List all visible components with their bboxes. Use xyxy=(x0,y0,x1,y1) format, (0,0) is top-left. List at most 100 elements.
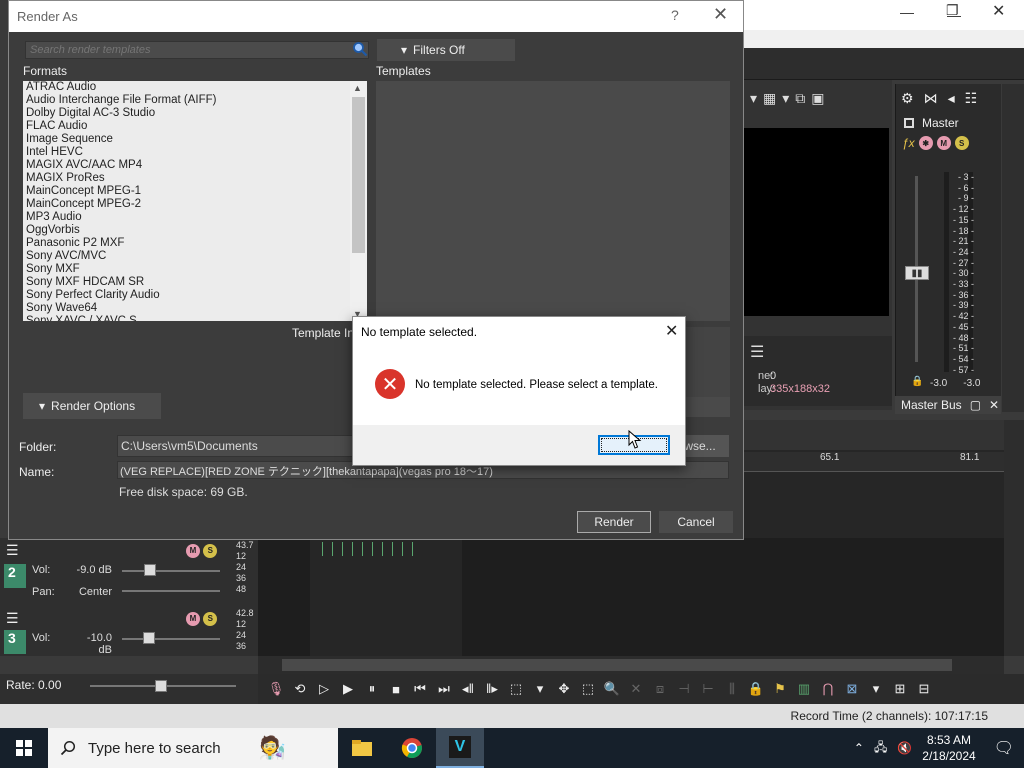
format-item[interactable]: MAGIX AVC/AAC MP4 xyxy=(26,159,367,172)
dropdown-arrow-icon[interactable]: ▾ xyxy=(866,681,886,697)
go-to-end-icon[interactable]: ⏭ xyxy=(434,681,454,697)
envelope-tool-icon[interactable]: ✥ xyxy=(554,681,574,697)
region-icon[interactable]: ▥ xyxy=(794,681,814,697)
format-item[interactable]: Sony XAVC / XAVC S xyxy=(26,315,367,321)
track-header-3[interactable]: M S 3 Vol: -10.0 dB 42.8 12 24 36 xyxy=(0,606,258,672)
fx-icon[interactable]: ƒx xyxy=(902,136,915,150)
scrollbar-thumb[interactable] xyxy=(352,97,365,253)
timeline-horizontal-scrollbar[interactable] xyxy=(258,656,1004,674)
lock-icon[interactable]: 🔒 xyxy=(911,376,923,387)
trim-icon[interactable]: ⧈ xyxy=(650,681,670,697)
auto-ripple-icon[interactable]: ⊠ xyxy=(842,681,862,697)
format-item[interactable]: Sony MXF HDCAM SR xyxy=(26,276,367,289)
solo-icon[interactable]: S xyxy=(954,136,969,150)
templates-list[interactable] xyxy=(376,81,730,321)
stop-icon[interactable]: ■ xyxy=(386,682,406,697)
trim-end-icon[interactable]: ⊢ xyxy=(698,681,718,697)
format-item[interactable]: MP3 Audio xyxy=(26,211,367,224)
close-icon[interactable]: ✕ xyxy=(992,1,1005,21)
format-item[interactable]: ATRAC Audio xyxy=(26,81,367,94)
solo-icon[interactable]: S xyxy=(203,611,218,626)
formats-scrollbar[interactable]: ▲ ▼ xyxy=(350,81,367,321)
previous-frame-icon[interactable]: ◂‖ xyxy=(458,681,478,697)
format-item[interactable]: MainConcept MPEG-1 xyxy=(26,185,367,198)
format-item[interactable]: Sony AVC/MVC xyxy=(26,250,367,263)
go-to-start-icon[interactable]: ⏮ xyxy=(410,681,430,697)
taskbar-search-box[interactable]: Type here to search 🧑‍🔬 xyxy=(48,728,338,768)
save-snapshot-icon[interactable]: ▣ xyxy=(811,90,824,107)
dropdown-arrow-icon[interactable]: ▾ xyxy=(530,681,550,697)
volume-slider[interactable] xyxy=(122,638,220,640)
cancel-button[interactable]: Cancel xyxy=(659,511,733,533)
format-item[interactable]: Image Sequence xyxy=(26,133,367,146)
render-options-button[interactable]: ▾ Render Options xyxy=(23,393,161,419)
lock-envelopes-icon[interactable]: ⊞ xyxy=(890,681,910,697)
normal-edit-tool-icon[interactable]: ⬚ xyxy=(506,681,526,697)
format-item[interactable]: Sony Perfect Clarity Audio xyxy=(26,289,367,302)
panel-scrollbar[interactable] xyxy=(1002,84,1024,412)
mute-icon[interactable]: M xyxy=(186,543,200,558)
checkbox-icon[interactable] xyxy=(904,118,914,128)
automation-icon[interactable]: ✱ xyxy=(918,136,933,150)
grid-icon[interactable]: ▦ xyxy=(763,90,776,107)
vegas-pro-icon[interactable]: V xyxy=(436,728,484,768)
help-icon[interactable]: ? xyxy=(671,7,679,23)
close-icon[interactable]: ✕ xyxy=(665,321,678,341)
lock-icon[interactable]: 🔒 xyxy=(746,681,766,697)
downmix-icon[interactable]: ⋈ xyxy=(924,90,938,107)
hamburger-menu-icon[interactable]: ☰ xyxy=(750,342,764,362)
play-from-start-icon[interactable]: ▷ xyxy=(314,681,334,697)
file-explorer-icon[interactable] xyxy=(338,728,386,768)
format-item[interactable]: FLAC Audio xyxy=(26,120,367,133)
zoom-tool-icon[interactable]: 🔍 xyxy=(602,681,622,697)
split-icon[interactable]: ⫼ xyxy=(722,681,742,697)
filters-button[interactable]: ▾ Filters Off xyxy=(377,39,515,61)
mute-icon[interactable]: M xyxy=(936,136,951,150)
volume-slider[interactable] xyxy=(122,570,220,572)
chevron-up-icon[interactable]: ⌃ xyxy=(854,741,864,755)
solo-icon[interactable]: S xyxy=(203,543,218,558)
delete-icon[interactable]: ✕ xyxy=(626,681,646,697)
format-item[interactable]: Intel HEVC xyxy=(26,146,367,159)
rate-slider-handle[interactable] xyxy=(155,680,167,692)
play-icon[interactable]: ▶ xyxy=(338,681,358,697)
format-item[interactable]: Sony Wave64 xyxy=(26,302,367,315)
pause-icon[interactable]: ⏸ xyxy=(362,681,382,697)
format-item[interactable]: Audio Interchange File Format (AIFF) xyxy=(26,94,367,107)
track-events-area[interactable] xyxy=(258,538,1004,656)
selection-tool-icon[interactable]: ⬚ xyxy=(578,681,598,697)
format-item[interactable]: MainConcept MPEG-2 xyxy=(26,198,367,211)
search-icon[interactable] xyxy=(352,41,368,57)
dropdown-arrow-icon[interactable]: ▾ xyxy=(750,90,757,107)
next-frame-icon[interactable]: ‖▸ xyxy=(482,681,502,697)
mute-icon[interactable]: M xyxy=(186,611,200,626)
chrome-icon[interactable] xyxy=(388,728,436,768)
formats-list[interactable]: ATRAC Audio Audio Interchange File Format… xyxy=(23,81,367,321)
volume-slider-handle[interactable] xyxy=(144,564,156,576)
format-item[interactable]: OggVorbis xyxy=(26,224,367,237)
minimize-icon[interactable]: — xyxy=(900,4,914,20)
close-icon[interactable]: ✕ xyxy=(713,4,728,25)
dim-output-icon[interactable]: ◂ xyxy=(948,90,955,107)
format-item[interactable]: Dolby Digital AC-3 Studio xyxy=(26,107,367,120)
close-icon[interactable]: ✕ xyxy=(989,398,999,412)
search-templates-input[interactable] xyxy=(25,41,369,59)
gear-icon[interactable]: ⚙ xyxy=(901,90,914,107)
record-icon[interactable]: 🎙 xyxy=(266,681,286,697)
restore-icon[interactable]: ❐ xyxy=(946,2,959,19)
scroll-up-icon[interactable]: ▲ xyxy=(353,83,362,93)
ignore-grouping-icon[interactable]: ⊟ xyxy=(914,681,934,697)
snapping-icon[interactable]: ⋂ xyxy=(818,681,838,697)
notifications-icon[interactable]: 🗨 xyxy=(994,738,1014,758)
format-item[interactable]: Sony MXF xyxy=(26,263,367,276)
start-button[interactable] xyxy=(0,728,48,768)
track-header-2[interactable]: M S 2 Vol: -9.0 dB Pan: Center 43.7 12 24 3… xyxy=(0,538,258,604)
timeline-ruler[interactable]: 65.1 81.1 xyxy=(744,452,1004,472)
track-menu-icon[interactable]: ☰ xyxy=(6,542,19,559)
marker-icon[interactable]: ⚑ xyxy=(770,681,790,697)
mixer-icon[interactable]: ☷ xyxy=(965,90,978,107)
undock-icon[interactable]: ▢ xyxy=(970,398,981,412)
copy-frame-icon[interactable]: ⧉ xyxy=(795,90,805,107)
master-bus-tab[interactable]: Master Bus ▢ ✕ xyxy=(895,396,1001,414)
loop-icon[interactable]: ⟲ xyxy=(290,681,310,697)
